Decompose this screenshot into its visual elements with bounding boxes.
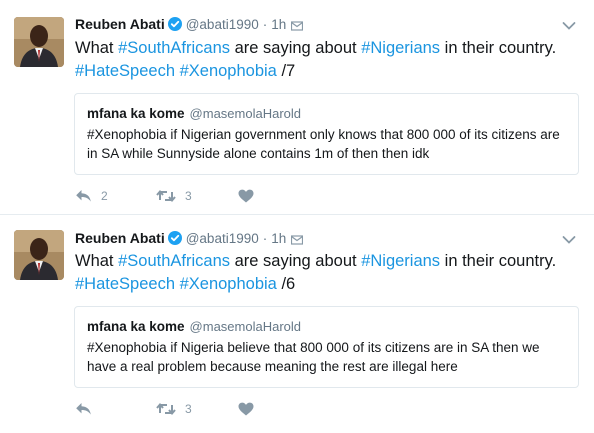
retweet-button[interactable]: 3 [156,402,238,416]
tweet-actions: 3 [75,400,263,418]
tweet[interactable]: Reuben Abati @abati1990 · 1h What #South… [0,216,594,433]
retweet-count: 3 [185,189,192,203]
author-name[interactable]: Reuben Abati [75,16,165,32]
timestamp[interactable]: 1h [271,17,286,32]
text-segment: /6 [276,275,296,293]
separator-dot: · [262,230,268,246]
quoted-author-name: mfana ka kome [87,105,185,121]
hashtag-link[interactable]: #SouthAfricans [118,39,230,57]
author-handle[interactable]: @abati1990 [186,231,259,246]
quoted-author-name: mfana ka kome [87,318,185,334]
chevron-down-icon[interactable] [562,232,576,244]
quoted-tweet-text: #Xenophobia if Nigeria believe that 800 … [87,340,540,374]
like-button[interactable] [238,402,263,416]
heart-icon [238,189,254,203]
quoted-tweet-text: #Xenophobia if Nigerian government only … [87,127,560,161]
quoted-author-handle: @masemolaHarold [189,105,302,121]
author-handle[interactable]: @abati1990 [186,17,259,32]
verified-badge-icon [167,231,182,245]
text-segment: in their country. [440,252,557,270]
text-segment: are saying about [230,252,362,270]
tweet[interactable]: Reuben Abati @abati1990 · 1h What #South… [0,0,594,215]
text-segment: in their country. [440,39,557,57]
retweet-button[interactable]: 3 [156,189,238,203]
hashtag-link[interactable]: #SouthAfricans [118,252,230,270]
retweet-count: 3 [185,402,192,416]
text-segment: /7 [276,62,296,80]
avatar[interactable] [14,17,64,67]
quoted-tweet-header: mfana ka kome @masemolaHarold [87,317,566,335]
tweet-header: Reuben Abati @abati1990 · 1h [75,229,304,247]
timestamp[interactable]: 1h [271,231,286,246]
quoted-tweet[interactable]: mfana ka kome @masemolaHarold #Xenophobi… [74,306,579,388]
author-name[interactable]: Reuben Abati [75,230,165,246]
hashtag-link[interactable]: #Nigerians [361,39,440,57]
direct-message-icon[interactable] [291,233,304,245]
tweet-header: Reuben Abati @abati1990 · 1h [75,15,304,33]
tweet-text: What #SouthAfricans are saying about #Ni… [75,250,580,296]
quoted-tweet[interactable]: mfana ka kome @masemolaHarold #Xenophobi… [74,93,579,175]
text-segment: What [75,252,119,270]
reply-button[interactable]: 2 [75,189,156,203]
avatar[interactable] [14,230,64,280]
verified-badge-icon [167,17,182,31]
reply-icon [75,189,92,203]
quoted-author-handle: @masemolaHarold [189,318,302,334]
reply-count: 2 [101,189,108,203]
reply-button[interactable] [75,402,156,416]
hashtag-link[interactable]: #HateSpeech [75,62,175,80]
hashtag-link[interactable]: #HateSpeech [75,275,175,293]
reply-icon [75,402,92,416]
separator-dot: · [262,16,268,32]
retweet-icon [156,402,176,416]
direct-message-icon[interactable] [291,19,304,31]
quoted-tweet-header: mfana ka kome @masemolaHarold [87,104,566,122]
tweet-text: What #SouthAfricans are saying about #Ni… [75,37,580,83]
text-segment: What [75,39,119,57]
text-segment: are saying about [230,39,362,57]
hashtag-link[interactable]: #Xenophobia [180,62,277,80]
retweet-icon [156,189,176,203]
hashtag-link[interactable]: #Xenophobia [180,275,277,293]
like-button[interactable] [238,189,263,203]
heart-icon [238,402,254,416]
tweet-actions: 2 3 [75,187,263,205]
hashtag-link[interactable]: #Nigerians [361,252,440,270]
chevron-down-icon[interactable] [562,18,576,30]
